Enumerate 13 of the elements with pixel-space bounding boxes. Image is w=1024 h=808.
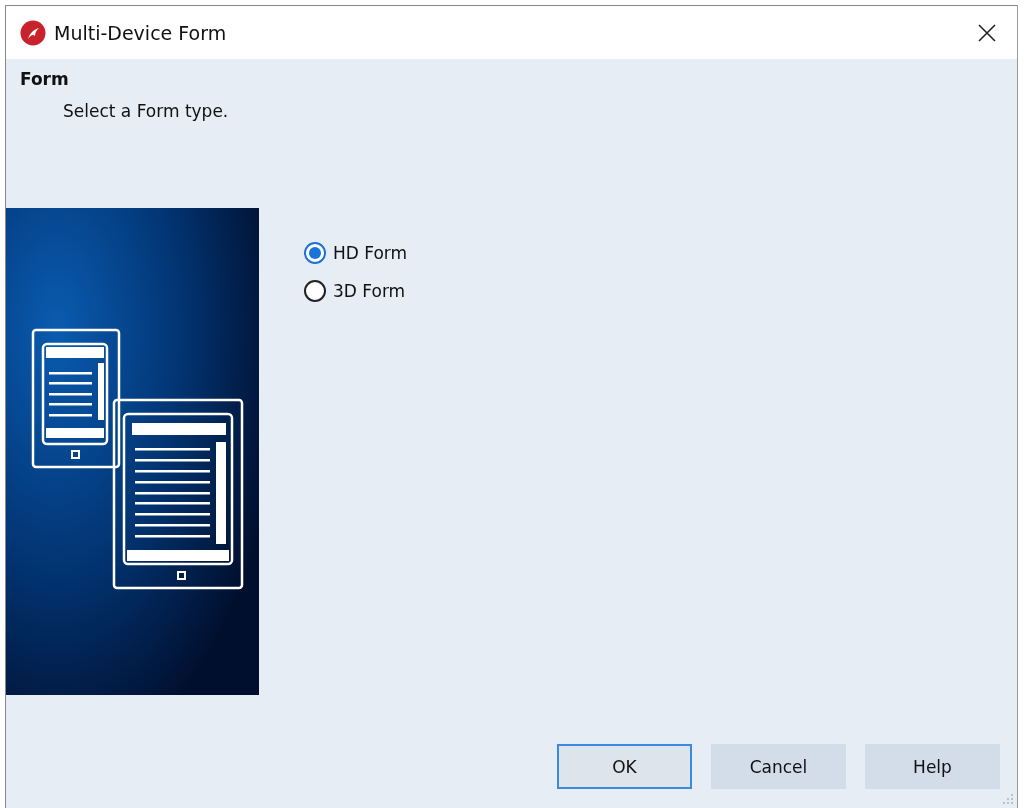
resize-grip-icon[interactable] xyxy=(1001,792,1015,806)
app-logo-icon xyxy=(20,19,46,46)
section-subtitle: Select a Form type. xyxy=(62,100,230,121)
dialog-button[interactable]: OK xyxy=(557,744,692,789)
dialog-button[interactable]: Help xyxy=(865,744,1000,789)
window-title: Multi-Device Form xyxy=(54,21,228,44)
radio-label[interactable]: HD Form xyxy=(333,243,408,263)
radio-button[interactable] xyxy=(304,280,326,302)
dialog-button[interactable]: Cancel xyxy=(711,744,846,789)
close-icon xyxy=(978,23,996,42)
radio-button[interactable] xyxy=(304,242,326,264)
radio-label[interactable]: 3D Form xyxy=(333,281,406,301)
section-title: Form xyxy=(19,68,70,89)
